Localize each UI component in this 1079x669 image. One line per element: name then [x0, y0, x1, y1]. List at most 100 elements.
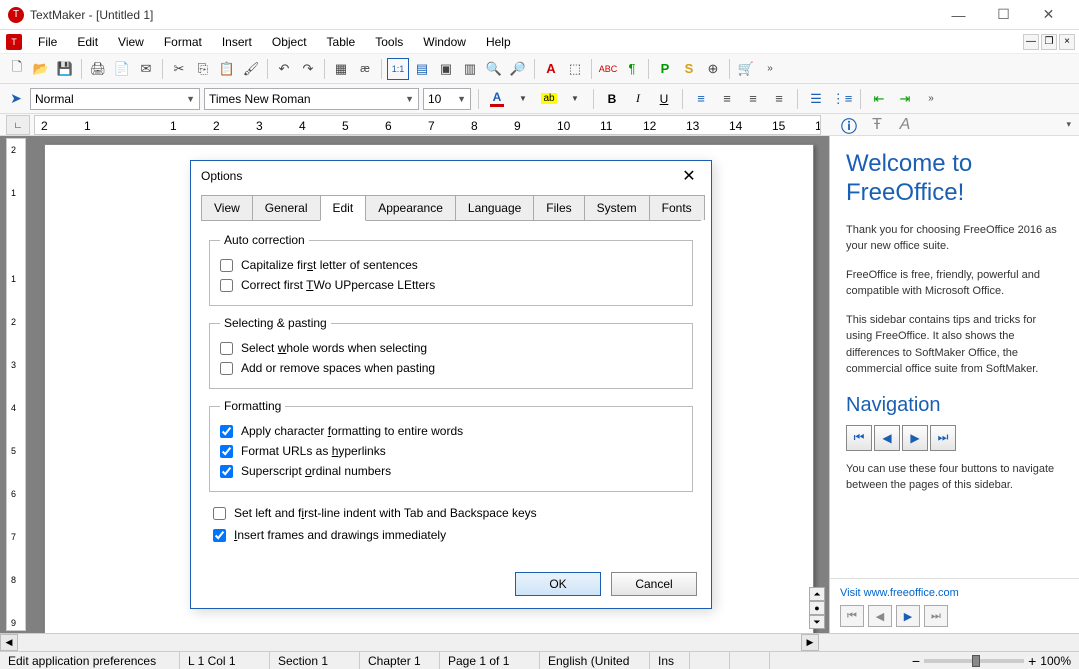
manager-icon[interactable]: ⊕: [702, 58, 724, 80]
maximize-button[interactable]: ☐: [981, 0, 1026, 30]
checkbox-option[interactable]: Add or remove spaces when pasting: [220, 358, 682, 378]
checkbox-option[interactable]: Select whole words when selecting: [220, 338, 682, 358]
tab-stop-selector[interactable]: ∟: [6, 115, 30, 135]
hscroll-left-icon[interactable]: ◀: [0, 634, 18, 651]
email-icon[interactable]: ✉: [135, 58, 157, 80]
new-icon[interactable]: 🗋: [6, 58, 28, 80]
form-icon[interactable]: ▤: [411, 58, 433, 80]
tab-appearance[interactable]: Appearance: [365, 195, 456, 220]
paragraph-style-combo[interactable]: Normal▼: [30, 88, 200, 110]
highlight-icon[interactable]: ab: [538, 88, 560, 110]
nav-first-button[interactable]: ⏮: [846, 425, 872, 451]
cancel-button[interactable]: Cancel: [611, 572, 697, 596]
undo-icon[interactable]: ↶: [273, 58, 295, 80]
menu-file[interactable]: File: [28, 32, 67, 52]
checkbox-input[interactable]: [220, 465, 233, 478]
menu-help[interactable]: Help: [476, 32, 521, 52]
format-paint-icon[interactable]: 🖌: [240, 58, 262, 80]
foot-nav-last-button[interactable]: ⏭: [924, 605, 948, 627]
presentation-icon[interactable]: P: [654, 58, 676, 80]
horizontal-ruler[interactable]: 21 1234567891011121314151617: [34, 115, 821, 135]
status-insert-mode[interactable]: Ins: [650, 652, 690, 669]
font-color-icon[interactable]: A: [486, 88, 508, 110]
status-lang[interactable]: English (United: [540, 652, 650, 669]
sidebar-close-caret[interactable]: ▾: [1066, 119, 1071, 130]
open-icon[interactable]: 📂: [30, 58, 52, 80]
font-size-combo[interactable]: 10▼: [423, 88, 471, 110]
sidebar-text-icon[interactable]: Ŧ: [867, 115, 887, 135]
border-icon[interactable]: ▣: [435, 58, 457, 80]
align-right-icon[interactable]: ≡: [742, 88, 764, 110]
tab-view[interactable]: View: [201, 195, 253, 220]
zoom-value[interactable]: 100%: [1040, 654, 1071, 668]
checkbox-input[interactable]: [220, 279, 233, 292]
nav-next-button[interactable]: ▶: [902, 425, 928, 451]
hscroll-right-icon[interactable]: ▶: [801, 634, 819, 651]
checkbox-input[interactable]: [220, 342, 233, 355]
foot-nav-first-button[interactable]: ⏮: [840, 605, 864, 627]
bold-icon[interactable]: B: [601, 88, 623, 110]
tab-system[interactable]: System: [584, 195, 650, 220]
numbered-list-icon[interactable]: ☰: [805, 88, 827, 110]
menu-window[interactable]: Window: [413, 32, 476, 52]
checkbox-option[interactable]: Correct first TWo UPpercase LEtters: [220, 275, 682, 295]
menu-edit[interactable]: Edit: [67, 32, 108, 52]
sidebar-link[interactable]: Visit www.freeoffice.com: [840, 587, 959, 599]
font-color-option-icon[interactable]: A: [540, 58, 562, 80]
menu-object[interactable]: Object: [262, 32, 317, 52]
foot-nav-next-button[interactable]: ▶: [896, 605, 920, 627]
highlight-caret-icon[interactable]: ▼: [564, 88, 586, 110]
vertical-ruler[interactable]: 21123456789: [6, 138, 26, 631]
nav-last-button[interactable]: ⏭: [930, 425, 956, 451]
nav-prev-button[interactable]: ◀: [874, 425, 900, 451]
header-icon[interactable]: 1:1: [387, 58, 409, 80]
special-char-icon[interactable]: æ: [354, 58, 376, 80]
foot-nav-prev-button[interactable]: ◀: [868, 605, 892, 627]
shop-icon[interactable]: 🛒: [735, 58, 757, 80]
align-left-icon[interactable]: ≡: [690, 88, 712, 110]
increase-indent-icon[interactable]: ⇥: [894, 88, 916, 110]
underline-icon[interactable]: U: [653, 88, 675, 110]
nonprinting-icon[interactable]: ¶: [621, 58, 643, 80]
checkbox-option[interactable]: Apply character formatting to entire wor…: [220, 421, 682, 441]
char-style-icon[interactable]: ⬚: [564, 58, 586, 80]
redo-icon[interactable]: ↷: [297, 58, 319, 80]
zoom-in-icon[interactable]: +: [1028, 653, 1036, 669]
doc-close-button[interactable]: ×: [1059, 34, 1075, 50]
bullet-list-icon[interactable]: ⋮≡: [831, 88, 853, 110]
doc-min-button[interactable]: —: [1023, 34, 1039, 50]
font-family-combo[interactable]: Times New Roman▼: [204, 88, 419, 110]
ok-button[interactable]: OK: [515, 572, 601, 596]
tab-fonts[interactable]: Fonts: [649, 195, 705, 220]
horizontal-scrollbar[interactable]: ◀ ▶: [0, 633, 1079, 651]
cut-icon[interactable]: ✂: [168, 58, 190, 80]
align-justify-icon[interactable]: ≡: [768, 88, 790, 110]
minimize-button[interactable]: —: [936, 0, 981, 30]
fmt-overflow-icon[interactable]: »: [920, 88, 942, 110]
zoom-out-icon[interactable]: −: [912, 653, 920, 669]
menu-insert[interactable]: Insert: [212, 32, 262, 52]
paste-icon[interactable]: 📋: [216, 58, 238, 80]
dialog-close-button[interactable]: ✕: [677, 164, 701, 188]
checkbox-input[interactable]: [213, 529, 226, 542]
print-icon[interactable]: 🖨: [87, 58, 109, 80]
italic-icon[interactable]: I: [627, 88, 649, 110]
checkbox-option[interactable]: Superscript ordinal numbers: [220, 461, 682, 481]
tab-edit[interactable]: Edit: [320, 195, 367, 221]
menu-format[interactable]: Format: [154, 32, 212, 52]
menu-table[interactable]: Table: [317, 32, 366, 52]
tab-files[interactable]: Files: [533, 195, 584, 220]
checkbox-input[interactable]: [220, 425, 233, 438]
checkbox-input[interactable]: [213, 507, 226, 520]
zoom-page-icon[interactable]: 🔎: [507, 58, 529, 80]
font-color-caret-icon[interactable]: ▼: [512, 88, 534, 110]
copy-icon[interactable]: ⎘: [192, 58, 214, 80]
pdf-icon[interactable]: 📄: [111, 58, 133, 80]
tab-general[interactable]: General: [252, 195, 321, 220]
page-nav-down-icon[interactable]: ⏷: [809, 615, 825, 629]
menu-view[interactable]: View: [108, 32, 154, 52]
tab-language[interactable]: Language: [455, 195, 534, 220]
checkbox-option[interactable]: Set left and first-line indent with Tab …: [209, 502, 693, 524]
doc-restore-button[interactable]: ❐: [1041, 34, 1057, 50]
checkbox-input[interactable]: [220, 362, 233, 375]
